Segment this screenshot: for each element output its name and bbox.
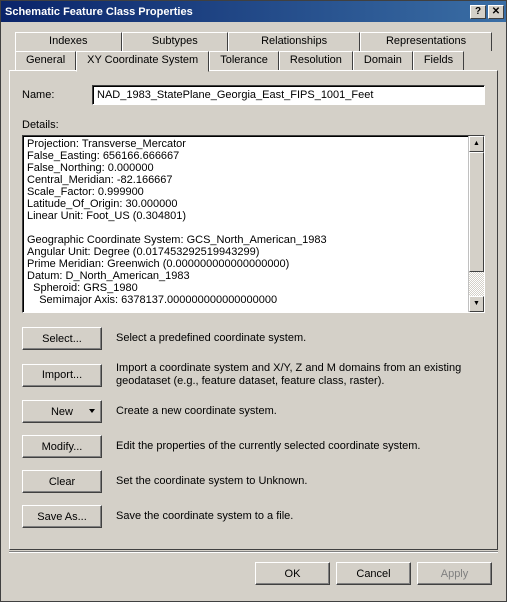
window-title: Schematic Feature Class Properties <box>5 6 468 18</box>
new-button-label: New <box>51 406 73 418</box>
titlebar: Schematic Feature Class Properties ? ✕ <box>1 1 506 22</box>
apply-button[interactable]: Apply <box>417 562 492 585</box>
scroll-down-button[interactable]: ▼ <box>469 296 484 312</box>
details-scrollbar[interactable]: ▲ ▼ <box>468 136 484 312</box>
chevron-down-icon <box>89 409 95 413</box>
clear-button[interactable]: Clear <box>22 470 102 493</box>
actions-grid: Select... Select a predefined coordinate… <box>22 327 485 528</box>
tab-resolution[interactable]: Resolution <box>279 51 353 70</box>
tab-xy-coordinate-system[interactable]: XY Coordinate System <box>76 51 209 72</box>
new-button[interactable]: New <box>22 400 102 423</box>
select-desc: Select a predefined coordinate system. <box>116 332 485 345</box>
properties-dialog: Schematic Feature Class Properties ? ✕ I… <box>0 0 507 602</box>
import-desc: Import a coordinate system and X/Y, Z an… <box>116 362 485 388</box>
details-text[interactable]: Projection: Transverse_Mercator False_Ea… <box>23 136 468 312</box>
name-label: Name: <box>22 89 92 101</box>
tab-subtypes[interactable]: Subtypes <box>122 32 229 51</box>
name-input[interactable] <box>92 85 485 105</box>
ok-button[interactable]: OK <box>255 562 330 585</box>
tab-fields[interactable]: Fields <box>413 51 464 70</box>
tab-domain[interactable]: Domain <box>353 51 413 70</box>
client-area: Indexes Subtypes Relationships Represent… <box>1 22 506 601</box>
scroll-track[interactable] <box>469 152 484 296</box>
scroll-thumb[interactable] <box>469 152 484 272</box>
close-button[interactable]: ✕ <box>488 5 504 19</box>
modify-button[interactable]: Modify... <box>22 435 102 458</box>
tab-indexes[interactable]: Indexes <box>15 32 122 51</box>
select-button[interactable]: Select... <box>22 327 102 350</box>
clear-desc: Set the coordinate system to Unknown. <box>116 475 485 488</box>
save-as-button[interactable]: Save As... <box>22 505 102 528</box>
modify-desc: Edit the properties of the currently sel… <box>116 440 485 453</box>
tab-relationships[interactable]: Relationships <box>228 32 360 51</box>
tab-representations[interactable]: Representations <box>360 32 492 51</box>
tab-panel: Name: Details: Projection: Transverse_Me… <box>9 70 498 550</box>
import-button[interactable]: Import... <box>22 364 102 387</box>
details-label: Details: <box>22 119 485 131</box>
cancel-button[interactable]: Cancel <box>336 562 411 585</box>
new-desc: Create a new coordinate system. <box>116 405 485 418</box>
tab-tolerance[interactable]: Tolerance <box>209 51 279 70</box>
help-button[interactable]: ? <box>470 5 486 19</box>
save-as-desc: Save the coordinate system to a file. <box>116 510 485 523</box>
tab-general[interactable]: General <box>15 51 76 70</box>
tabs: Indexes Subtypes Relationships Represent… <box>9 32 498 71</box>
scroll-up-button[interactable]: ▲ <box>469 136 484 152</box>
dialog-footer: OK Cancel Apply <box>9 551 498 595</box>
details-box: Projection: Transverse_Mercator False_Ea… <box>22 135 485 313</box>
